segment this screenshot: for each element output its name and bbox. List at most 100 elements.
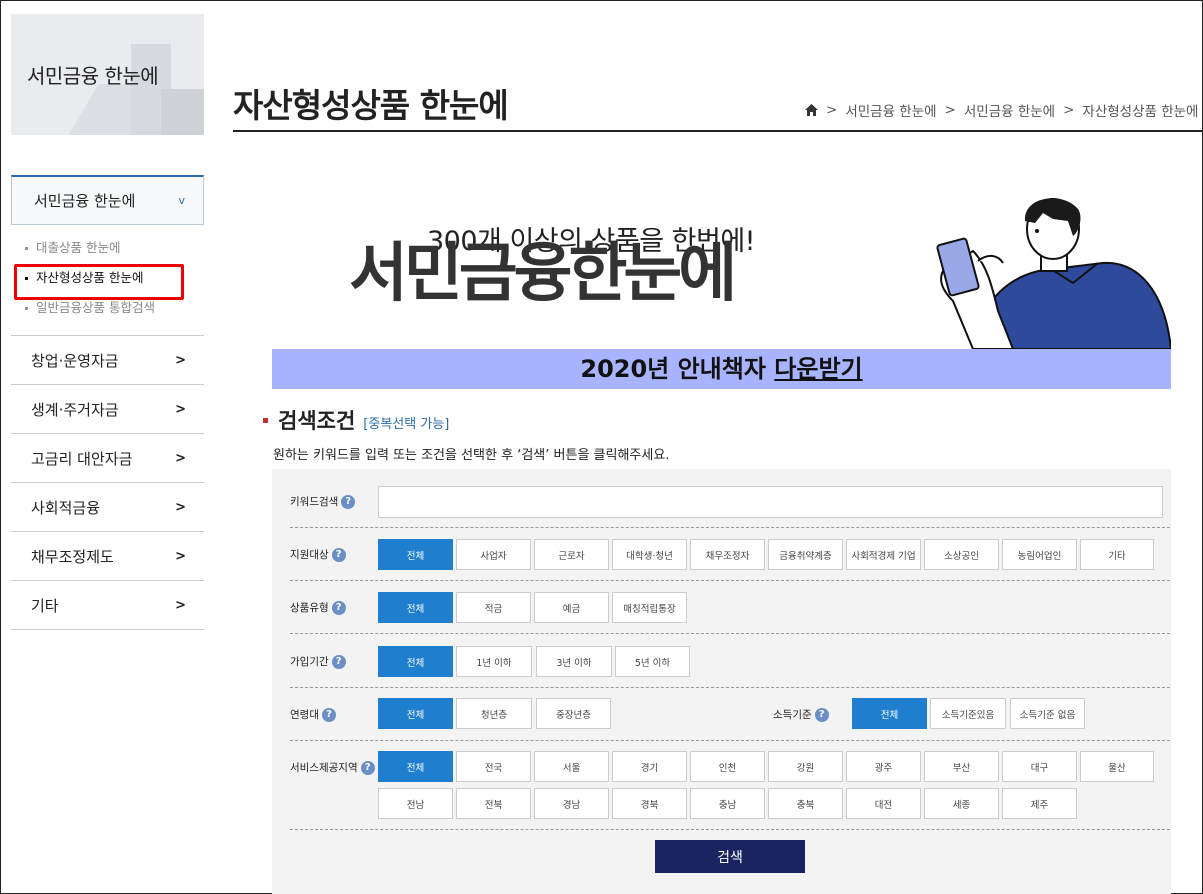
region-option[interactable]: 인천 — [690, 751, 765, 782]
submenu-item-loans[interactable]: 대출상품 한눈에 — [11, 233, 204, 263]
help-icon[interactable]: ? — [331, 600, 346, 615]
target-option[interactable]: 농림어업인 — [1002, 539, 1077, 570]
sidebar-item-living[interactable]: 생계·주거자금 > — [11, 385, 204, 433]
region-option[interactable]: 강원 — [768, 751, 843, 782]
submenu-label: 일반금융상품 통합검색 — [36, 300, 155, 315]
search-section-title: 검색조건 [중복선택 가능] — [263, 405, 449, 435]
period-option[interactable]: 1년 이하 — [456, 646, 532, 677]
person-with-tablet-illustration — [933, 191, 1173, 353]
age-option[interactable]: 전체 — [378, 698, 453, 729]
target-option[interactable]: 사업자 — [456, 539, 531, 570]
period-option[interactable]: 5년 이하 — [615, 646, 690, 677]
period-label: 가입기간? — [290, 654, 346, 669]
help-icon[interactable]: ? — [814, 707, 829, 722]
breadcrumb-item[interactable]: 자산형성상품 한눈에 — [1082, 100, 1198, 120]
divider — [290, 527, 1170, 528]
region-option[interactable]: 충북 — [768, 788, 843, 819]
divider — [11, 629, 204, 630]
sidebar-item-etc[interactable]: 기타 > — [11, 581, 204, 629]
target-option[interactable]: 전체 — [378, 539, 453, 570]
region-option[interactable]: 전국 — [456, 751, 531, 782]
type-option[interactable]: 매칭적립통장 — [612, 592, 687, 623]
chevron-down-icon: v — [178, 194, 185, 207]
help-icon[interactable]: ? — [341, 494, 356, 509]
region-option[interactable]: 경기 — [612, 751, 687, 782]
sidebar-item-startup[interactable]: 창업·운영자금 > — [11, 336, 204, 384]
section-heading: 검색조건 — [278, 409, 356, 433]
region-option[interactable]: 제주 — [1002, 788, 1077, 819]
help-icon[interactable]: ? — [331, 654, 346, 669]
keyword-label: 키워드검색? — [290, 494, 356, 509]
sidebar-item-open[interactable]: 서민금융 한눈에 v — [11, 175, 204, 225]
region-option[interactable]: 경남 — [534, 788, 609, 819]
region-option[interactable]: 전북 — [456, 788, 531, 819]
sidebar-item-high-interest[interactable]: 고금리 대안자금 > — [11, 434, 204, 482]
region-option[interactable]: 서울 — [534, 751, 609, 782]
breadcrumb: > 서민금융 한눈에 > 서민금융 한눈에 > 자산형성상품 한눈에 — [805, 100, 1198, 120]
type-option[interactable]: 적금 — [456, 592, 531, 623]
label-text: 가입기간 — [290, 656, 329, 668]
age-option[interactable]: 중장년층 — [536, 698, 611, 729]
region-option[interactable]: 대구 — [1002, 751, 1077, 782]
target-option[interactable]: 사회적경제 기업 — [846, 539, 921, 570]
target-option[interactable]: 채무조정자 — [690, 539, 765, 570]
region-option[interactable]: 대전 — [846, 788, 921, 819]
sidebar-item-social[interactable]: 사회적금융 > — [11, 483, 204, 531]
label-text: 키워드검색 — [290, 496, 339, 508]
help-icon[interactable]: ? — [360, 760, 375, 775]
download-link[interactable]: 다운받기 — [774, 355, 862, 383]
sidebar-item-label: 고금리 대안자금 — [31, 449, 133, 468]
label-text: 지원대상 — [290, 549, 329, 561]
region-option[interactable]: 전체 — [378, 751, 453, 782]
bullet-icon — [25, 247, 28, 250]
target-option[interactable]: 대학생·청년 — [612, 539, 687, 570]
target-label: 지원대상? — [290, 547, 346, 562]
target-option[interactable]: 금융취약계층 — [768, 539, 843, 570]
breadcrumb-separator: > — [944, 102, 956, 118]
divider — [290, 687, 1170, 688]
income-option[interactable]: 소득기준있음 — [930, 698, 1006, 729]
divider — [290, 829, 1170, 830]
target-option[interactable]: 기타 — [1080, 539, 1154, 570]
breadcrumb-item[interactable]: 서민금융 한눈에 — [845, 100, 936, 120]
search-button[interactable]: 검색 — [655, 840, 805, 873]
keyword-input[interactable] — [378, 486, 1163, 518]
target-option[interactable]: 소상공인 — [924, 539, 999, 570]
help-icon[interactable]: ? — [321, 707, 336, 722]
sidebar-item-debt[interactable]: 채무조정제도 > — [11, 532, 204, 580]
search-description: 원하는 키워드를 입력 또는 조건을 선택한 후 ‘검색’ 버튼을 클릭해주세요… — [273, 448, 670, 463]
chevron-right-icon: > — [175, 401, 186, 417]
sidebar-item-label: 생계·주거자금 — [31, 400, 119, 419]
type-option[interactable]: 예금 — [534, 592, 609, 623]
home-icon[interactable] — [805, 104, 818, 116]
age-option[interactable]: 청년층 — [456, 698, 532, 729]
region-option[interactable]: 울산 — [1080, 751, 1154, 782]
divider — [290, 633, 1170, 634]
highlight-box — [14, 264, 184, 300]
region-option[interactable]: 세종 — [924, 788, 999, 819]
label-text: 상품유형 — [290, 602, 329, 614]
bullet-icon — [25, 307, 28, 310]
period-option[interactable]: 전체 — [378, 646, 453, 677]
type-option[interactable]: 전체 — [378, 592, 453, 623]
chevron-right-icon: > — [175, 597, 186, 613]
period-option[interactable]: 3년 이하 — [536, 646, 612, 677]
help-icon[interactable]: ? — [331, 547, 346, 562]
submenu-label: 대출상품 한눈에 — [36, 240, 121, 255]
region-option[interactable]: 경북 — [612, 788, 687, 819]
region-option[interactable]: 부산 — [924, 751, 999, 782]
region-option[interactable]: 전남 — [378, 788, 453, 819]
region-option[interactable]: 충남 — [690, 788, 765, 819]
banner-title: 서민금융한눈에 — [349, 237, 737, 311]
section-note: [중복선택 가능] — [363, 417, 450, 432]
label-text: 소득기준 — [773, 709, 812, 721]
search-form — [272, 469, 1171, 894]
target-option[interactable]: 근로자 — [534, 539, 609, 570]
region-option[interactable]: 광주 — [846, 751, 921, 782]
income-option[interactable]: 전체 — [852, 698, 927, 729]
chevron-right-icon: > — [175, 450, 186, 466]
breadcrumb-separator: > — [826, 102, 838, 118]
breadcrumb-item[interactable]: 서민금융 한눈에 — [964, 100, 1055, 120]
income-option[interactable]: 소득기준 없음 — [1010, 698, 1085, 729]
decor-shape — [161, 89, 204, 135]
